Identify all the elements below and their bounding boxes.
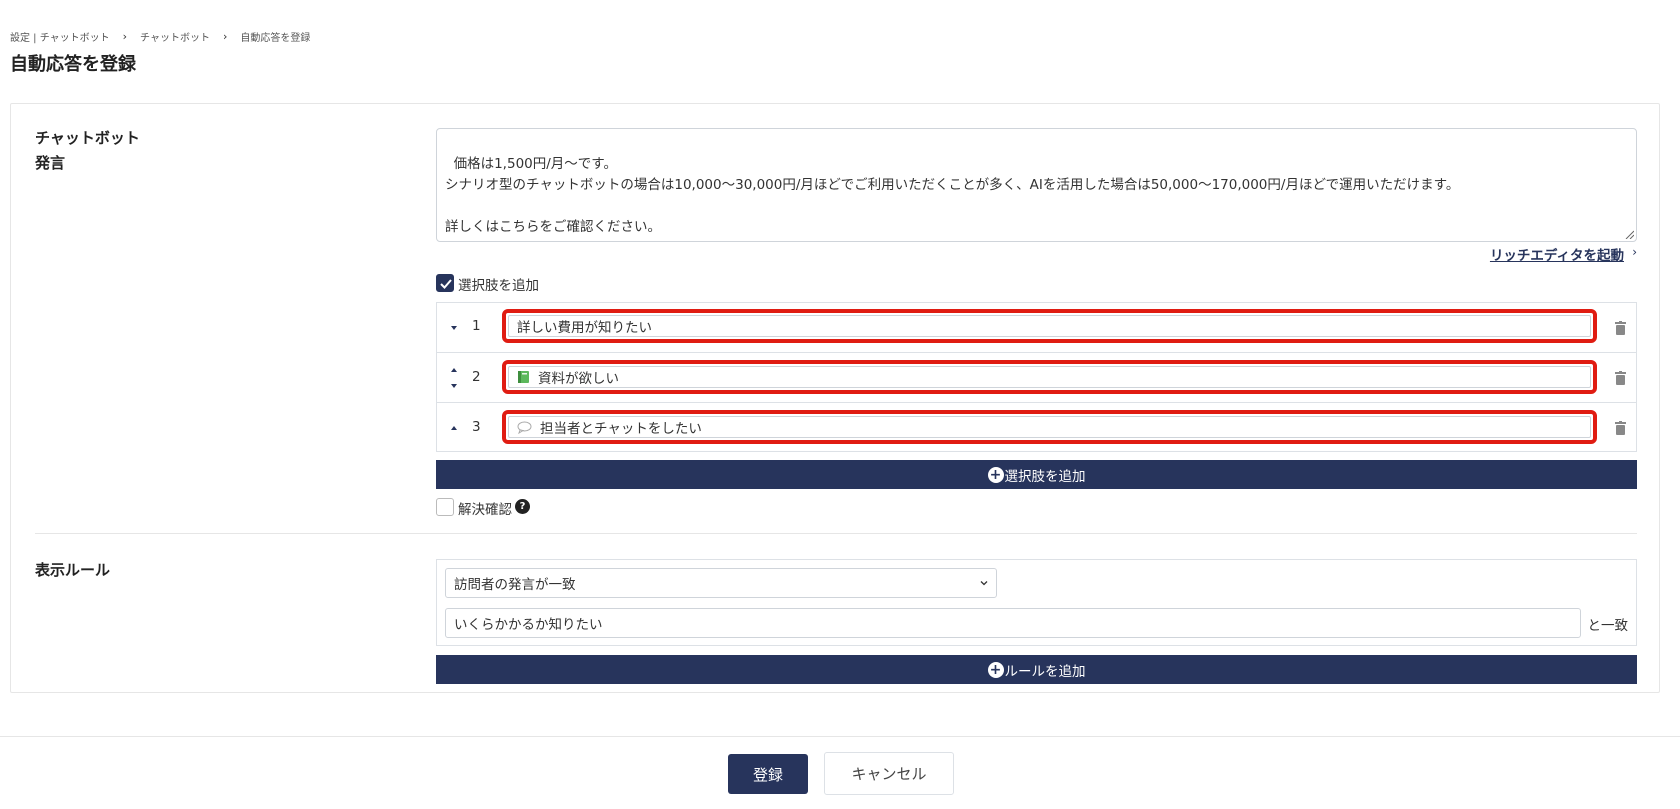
add-choices-label: 選択肢を追加	[458, 278, 539, 294]
resize-grip-icon[interactable]	[1624, 229, 1634, 239]
choice-input[interactable]: 担当者とチャットをしたい	[502, 410, 1597, 444]
add-rule-button-label: ルールを追加	[1004, 663, 1086, 680]
checkmark-icon	[440, 279, 452, 289]
chatbot-message-label: チャットボット 発言	[35, 126, 140, 176]
help-icon[interactable]: ?	[515, 499, 530, 514]
choice-text: 担当者とチャットをしたい	[540, 421, 702, 437]
move-up-icon[interactable]	[450, 425, 458, 431]
choice-input[interactable]: 資料が欲しい	[502, 360, 1597, 394]
plus-circle-icon: +	[987, 466, 1004, 483]
resolution-check-checkbox[interactable]	[436, 498, 454, 516]
choice-text: 資料が欲しい	[538, 371, 619, 387]
choice-input[interactable]: 詳しい費用が知りたい	[502, 309, 1597, 343]
choice-number: 3	[472, 419, 481, 435]
breadcrumb-separator: ›	[222, 30, 228, 43]
page-title: 自動応答を登録	[10, 54, 136, 75]
display-rule-label: 表示ルール	[35, 561, 111, 579]
choices-list: 1 詳しい費用が知りたい 2 資料が欲しい 3 担当者とチャットをしたい	[436, 302, 1637, 452]
rule-match-suffix: と一致	[1587, 618, 1629, 634]
move-down-icon[interactable]	[450, 325, 458, 331]
footer-divider	[0, 736, 1680, 737]
rule-condition-select[interactable]: 訪問者の発言が一致	[445, 568, 997, 598]
breadcrumb-item-chatbot[interactable]: チャットボット	[140, 29, 210, 44]
breadcrumb-item-settings[interactable]: 設定 | チャットボット	[10, 29, 110, 44]
chevron-right-icon: ›	[1632, 245, 1637, 259]
add-choice-button[interactable]: + 選択肢を追加	[436, 460, 1637, 489]
chatbot-message-label-line2: 発言	[35, 154, 66, 172]
breadcrumb-item-current: 自動応答を登録	[240, 33, 311, 44]
submit-button[interactable]: 登録	[728, 754, 808, 794]
choice-number: 2	[472, 369, 481, 385]
move-down-icon[interactable]	[450, 383, 458, 389]
plus-circle-icon: +	[987, 661, 1004, 678]
add-rule-button[interactable]: + ルールを追加	[436, 655, 1637, 684]
section-divider	[35, 533, 1637, 534]
rule-phrase-value: いくらかかるか知りたい	[454, 617, 603, 633]
speech-bubble-icon	[517, 421, 532, 434]
choice-row: 1 詳しい費用が知りたい	[437, 303, 1636, 353]
breadcrumb-separator: ›	[122, 30, 128, 43]
trash-icon[interactable]	[1615, 321, 1626, 335]
choice-number: 1	[472, 318, 481, 334]
rule-condition-value: 訪問者の発言が一致	[454, 577, 576, 593]
choice-text: 詳しい費用が知りたい	[517, 320, 652, 336]
display-rule-box: 訪問者の発言が一致 いくらかかるか知りたい と一致	[436, 559, 1637, 646]
green-book-icon	[518, 371, 529, 383]
chatbot-message-label-line1: チャットボット	[35, 129, 140, 147]
chatbot-message-text: 価格は1,500円/月～です。 シナリオ型のチャットボットの場合は10,000～…	[445, 156, 1460, 235]
breadcrumb: 設定 | チャットボット › チャットボット › 自動応答を登録	[10, 29, 310, 44]
move-up-icon[interactable]	[450, 367, 458, 373]
cancel-button[interactable]: キャンセル	[824, 752, 954, 795]
trash-icon[interactable]	[1615, 421, 1626, 435]
chevron-down-icon	[980, 581, 988, 586]
choice-row: 2 資料が欲しい	[437, 353, 1636, 403]
resolution-check-label: 解決確認	[458, 502, 512, 518]
add-choices-checkbox[interactable]	[436, 274, 454, 292]
choice-row: 3 担当者とチャットをしたい	[437, 403, 1636, 453]
rule-phrase-input[interactable]: いくらかかるか知りたい	[445, 608, 1581, 638]
rich-editor-link[interactable]: リッチエディタを起動	[1490, 244, 1624, 264]
add-choice-button-label: 選択肢を追加	[1004, 468, 1086, 485]
trash-icon[interactable]	[1615, 371, 1626, 385]
chatbot-message-textarea[interactable]: 価格は1,500円/月～です。 シナリオ型のチャットボットの場合は10,000～…	[436, 128, 1637, 242]
